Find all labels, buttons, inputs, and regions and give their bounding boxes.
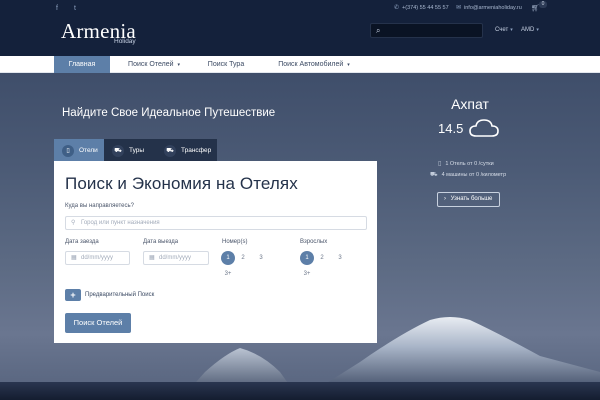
phone-number: +(374) 55 44 55 57 [402, 4, 449, 11]
tab-label: Туры [129, 147, 145, 154]
tab-hotels[interactable]: ▯ Отели [54, 139, 104, 162]
adults-option-1[interactable]: 1 [300, 251, 314, 265]
cloud-icon [469, 119, 499, 137]
currency-label: AMD [521, 27, 535, 33]
checkout-placeholder: dd/mm/yyyy [159, 255, 192, 261]
chevron-down-icon: ▾ [177, 62, 180, 68]
tab-label: Отели [79, 147, 98, 154]
location-pin-icon: ⚲ [71, 220, 76, 226]
email-address: info@armeniaholiday.ru [464, 4, 522, 11]
tab-transfer[interactable]: ⛟ Трансфер [156, 139, 217, 162]
nav-item-home[interactable]: Главная [54, 56, 110, 73]
nav-item-label: Поиск Автомобилей [278, 61, 344, 68]
car-icon: ⛟ [430, 172, 438, 178]
hotel-search-form: Поиск и Экономия на Отелях Куда вы напра… [54, 161, 377, 343]
site-logo[interactable]: Armenia Holiday [61, 20, 136, 45]
email-contact[interactable]: ✉ info@armeniaholiday.ru [456, 4, 522, 12]
adults-option-3[interactable]: 3 [333, 251, 347, 265]
twitter-icon[interactable]: t [74, 5, 76, 12]
rooms-option-1[interactable]: 1 [221, 251, 235, 265]
plus-icon[interactable]: + [65, 289, 81, 301]
logo-tagline: Holiday [114, 38, 136, 45]
checkin-placeholder: dd/mm/yyyy [81, 255, 114, 261]
phone-icon: ✆ [394, 5, 400, 11]
hotel-icon: ▯ [62, 144, 74, 157]
car-icon: ⛟ [164, 144, 176, 157]
nav-item-cars[interactable]: Поиск Автомобилей ▾ [264, 56, 364, 73]
destination-input[interactable]: ⚲ Город или пункт назначения [65, 216, 367, 230]
advanced-search-toggle[interactable]: Предварительный Поиск [85, 292, 154, 298]
nav-item-label: Главная [68, 61, 96, 68]
adults-option-2[interactable]: 2 [315, 251, 329, 265]
car-icon: ⛟ [112, 144, 124, 157]
main-nav: Главная Поиск Отелей ▾ Поиск Тура Поиск … [0, 56, 600, 73]
cars-line: 4 машины от 0 /километр [441, 172, 507, 178]
calendar-icon: ▦ [149, 255, 155, 261]
search-icon[interactable]: ⌕ [376, 26, 380, 36]
checkout-date-input[interactable]: ▦ dd/mm/yyyy [143, 251, 209, 265]
learn-more-button[interactable]: › Узнать больше [437, 192, 500, 207]
rooms-option-2[interactable]: 2 [236, 251, 250, 265]
adults-option-3plus[interactable]: 3+ [300, 267, 314, 281]
rooms-option-3[interactable]: 3 [254, 251, 268, 265]
adults-label: Взрослых [300, 239, 328, 245]
rooms-option-3plus[interactable]: 3+ [221, 267, 235, 281]
form-title: Поиск и Экономия на Отелях [65, 174, 298, 193]
checkin-label: Дата заезда [65, 239, 99, 245]
calendar-icon: ▦ [71, 255, 77, 261]
chevron-down-icon: ▾ [510, 27, 513, 33]
checkout-label: Дата выезда [143, 239, 179, 245]
account-label: Счет [495, 27, 509, 33]
facebook-icon[interactable]: f [56, 5, 58, 12]
weather-temperature: 14.5 [438, 121, 464, 136]
chevron-down-icon: ▾ [347, 62, 350, 68]
destination-label: Куда вы направляетесь? [65, 203, 134, 209]
chevron-right-icon: › [444, 196, 446, 202]
hero-title: Найдите Свое Идеальное Путешествие [62, 107, 276, 119]
nav-item-label: Поиск Отелей [128, 61, 174, 68]
cart-count-badge: 0 [539, 1, 547, 8]
weather-hotels-info: ▯ 1 Отель от 0 /сутки [438, 160, 494, 168]
currency-selector[interactable]: AMD ▾ [521, 27, 539, 33]
tab-label: Трансфер [181, 147, 212, 154]
destination-placeholder: Город или пункт назначения [81, 220, 160, 226]
chevron-down-icon: ▾ [536, 27, 539, 33]
nav-item-hotels[interactable]: Поиск Отелей ▾ [118, 56, 190, 73]
nav-item-tours[interactable]: Поиск Тура [198, 56, 254, 73]
tab-tours[interactable]: ⛟ Туры [104, 139, 156, 162]
account-menu[interactable]: Счет ▾ [495, 27, 513, 33]
learn-more-label: Узнать больше [450, 196, 493, 202]
weather-cars-info: ⛟ 4 машины от 0 /километр [430, 171, 506, 179]
building-icon: ▯ [438, 161, 442, 167]
mail-icon: ✉ [456, 5, 462, 11]
checkin-date-input[interactable]: ▦ dd/mm/yyyy [65, 251, 130, 265]
hotels-line: 1 Отель от 0 /сутки [445, 160, 494, 167]
phone-contact[interactable]: ✆ +(374) 55 44 55 57 [394, 4, 449, 12]
top-bar: f t ✆ +(374) 55 44 55 57 ✉ info@armeniah… [0, 0, 600, 56]
weather-city: Ахпат [451, 96, 489, 112]
search-hotels-button[interactable]: Поиск Отелей [65, 313, 131, 333]
nav-item-label: Поиск Тура [207, 61, 245, 68]
rooms-label: Номер(s) [222, 239, 248, 245]
site-search-input[interactable]: ⌕ [370, 23, 483, 38]
